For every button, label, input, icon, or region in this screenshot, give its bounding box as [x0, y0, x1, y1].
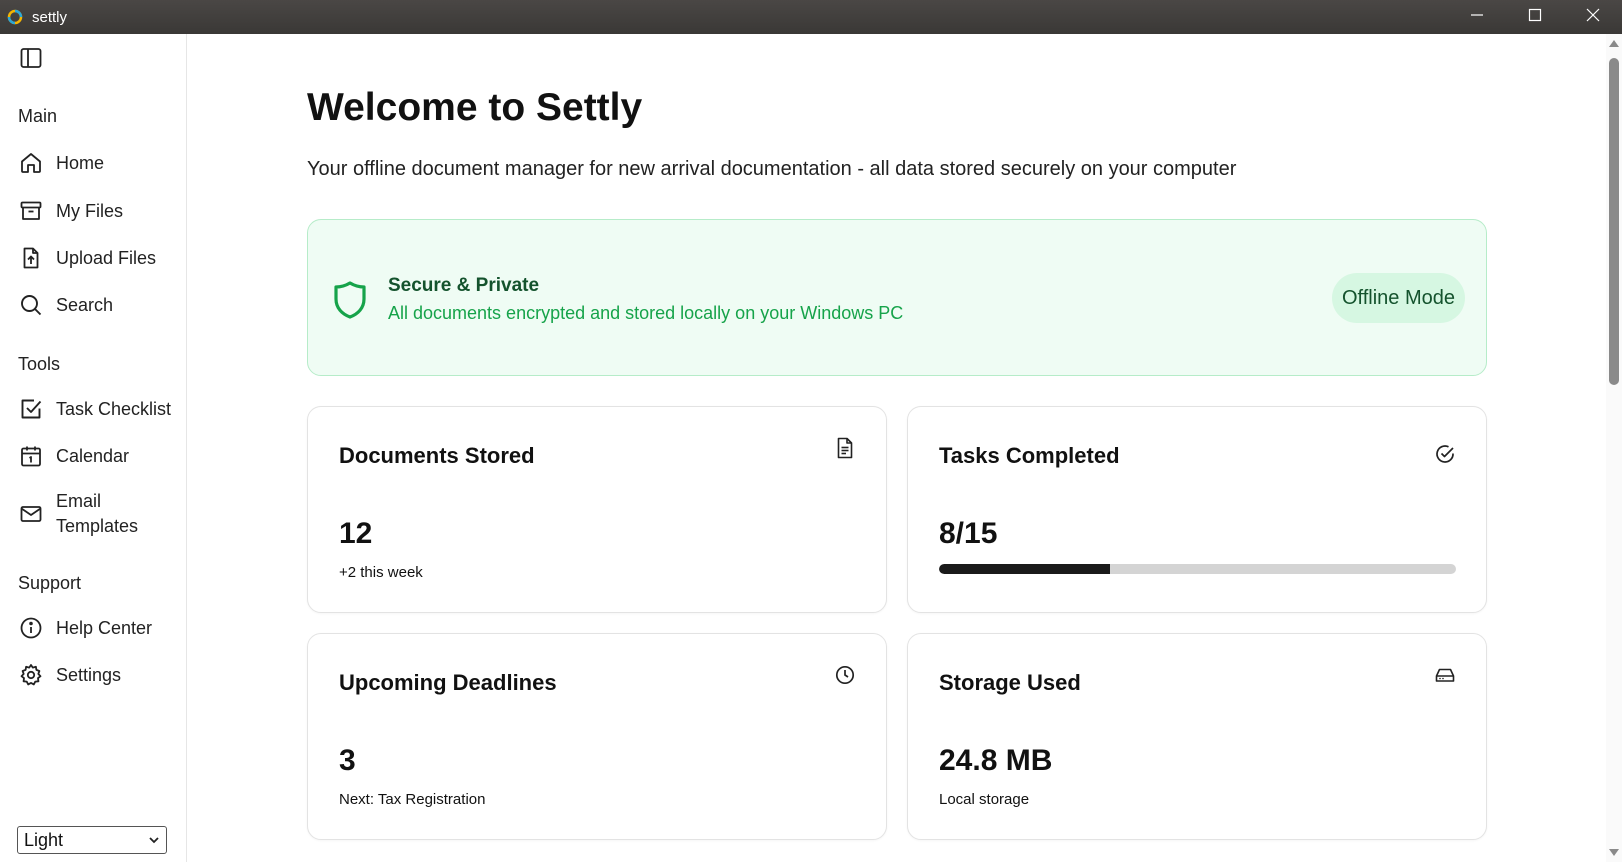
- sidebar-item-label: Help Center: [56, 617, 153, 638]
- theme-select-value: Light: [24, 829, 64, 850]
- sidebar-item-my-files[interactable]: My Files: [18, 198, 178, 224]
- info-icon: [18, 615, 44, 641]
- card-subtext: Next: Tax Registration: [339, 791, 486, 808]
- card-value: 8/15: [939, 517, 998, 550]
- section-label-main: Main: [18, 106, 58, 126]
- chevron-down-icon: [148, 830, 160, 851]
- sidebar-panel-icon: [19, 46, 43, 75]
- vertical-scrollbar[interactable]: [1606, 34, 1622, 862]
- section-label-tools: Tools: [18, 354, 61, 374]
- search-icon: [18, 292, 44, 318]
- app-logo-icon: [6, 8, 24, 26]
- hard-drive-icon: [1434, 664, 1456, 686]
- sidebar-item-label: Settings: [56, 664, 122, 685]
- card-subtext: +2 this week: [339, 564, 423, 581]
- sidebar-item-upload-files[interactable]: Upload Files: [18, 245, 178, 271]
- sidebar-item-label: My Files: [56, 200, 123, 221]
- sidebar-toggle-button[interactable]: [18, 47, 44, 73]
- app-title: settly: [32, 8, 68, 26]
- scroll-down-arrow-icon[interactable]: [1609, 849, 1619, 856]
- card-value: 24.8 MB: [939, 744, 1053, 777]
- archive-icon: [18, 198, 44, 224]
- tasks-progress-fill: [939, 564, 1110, 574]
- sidebar-item-label: Calendar: [56, 445, 130, 466]
- sidebar-item-email-templates[interactable]: Email Templates: [18, 489, 178, 539]
- card-upcoming-deadlines[interactable]: Upcoming Deadlines 3 Next: Tax Registrat…: [307, 633, 887, 840]
- sidebar-item-label: Email Templates: [56, 491, 139, 536]
- mail-icon: [18, 501, 44, 527]
- scroll-up-arrow-icon[interactable]: [1609, 40, 1619, 47]
- theme-select[interactable]: Light: [17, 826, 167, 854]
- sidebar-item-home[interactable]: Home: [18, 150, 178, 176]
- card-value: 3: [339, 744, 356, 777]
- scroll-thumb[interactable]: [1609, 58, 1619, 385]
- page-title: Welcome to Settly: [307, 86, 643, 129]
- title-bar: settly: [0, 0, 1622, 34]
- main-content: Welcome to Settly Your offline document …: [188, 34, 1606, 862]
- home-icon: [18, 150, 44, 176]
- minimize-button[interactable]: [1448, 0, 1506, 34]
- banner-text: All documents encrypted and stored local…: [388, 303, 904, 323]
- file-upload-icon: [18, 245, 44, 271]
- sidebar-item-label: Home: [56, 152, 105, 173]
- calendar-icon: [18, 443, 44, 469]
- card-storage-used[interactable]: Storage Used 24.8 MB Local storage: [907, 633, 1487, 840]
- sidebar-item-search[interactable]: Search: [18, 292, 178, 318]
- maximize-icon: [1528, 8, 1542, 27]
- checkbox-icon: [18, 396, 44, 422]
- document-icon: [834, 437, 856, 459]
- offline-mode-badge[interactable]: Offline Mode: [1331, 273, 1465, 323]
- sidebar-item-label: Upload Files: [56, 247, 157, 268]
- check-circle-icon: [1434, 443, 1456, 465]
- banner-title: Secure & Private: [388, 275, 540, 296]
- card-value: 12: [339, 517, 373, 550]
- sidebar-item-label: Task Checklist: [56, 398, 172, 419]
- card-title: Upcoming Deadlines: [339, 670, 557, 695]
- page-subtitle: Your offline document manager for new ar…: [307, 158, 1237, 180]
- minimize-icon: [1470, 8, 1484, 27]
- security-banner: Secure & Private All documents encrypted…: [307, 219, 1487, 376]
- sidebar-item-task-checklist[interactable]: Task Checklist: [18, 396, 178, 422]
- card-documents-stored[interactable]: Documents Stored 12 +2 this week: [307, 406, 887, 613]
- shield-icon: [333, 280, 367, 320]
- card-title: Tasks Completed: [939, 443, 1120, 468]
- sidebar-item-label: Search: [56, 294, 114, 315]
- maximize-button[interactable]: [1506, 0, 1564, 34]
- sidebar: Main Home My Files Upload Files Search T…: [0, 34, 187, 862]
- section-label-support: Support: [18, 573, 82, 593]
- sidebar-item-settings[interactable]: Settings: [18, 662, 178, 688]
- gear-icon: [18, 662, 44, 688]
- tasks-progress-bar: [939, 564, 1456, 574]
- card-tasks-completed[interactable]: Tasks Completed 8/15: [907, 406, 1487, 613]
- close-icon: [1586, 8, 1600, 27]
- card-title: Storage Used: [939, 670, 1081, 695]
- clock-icon: [834, 664, 856, 686]
- card-title: Documents Stored: [339, 443, 535, 468]
- sidebar-item-help-center[interactable]: Help Center: [18, 615, 178, 641]
- sidebar-item-calendar[interactable]: Calendar: [18, 443, 178, 469]
- close-button[interactable]: [1564, 0, 1622, 34]
- card-subtext: Local storage: [939, 791, 1030, 808]
